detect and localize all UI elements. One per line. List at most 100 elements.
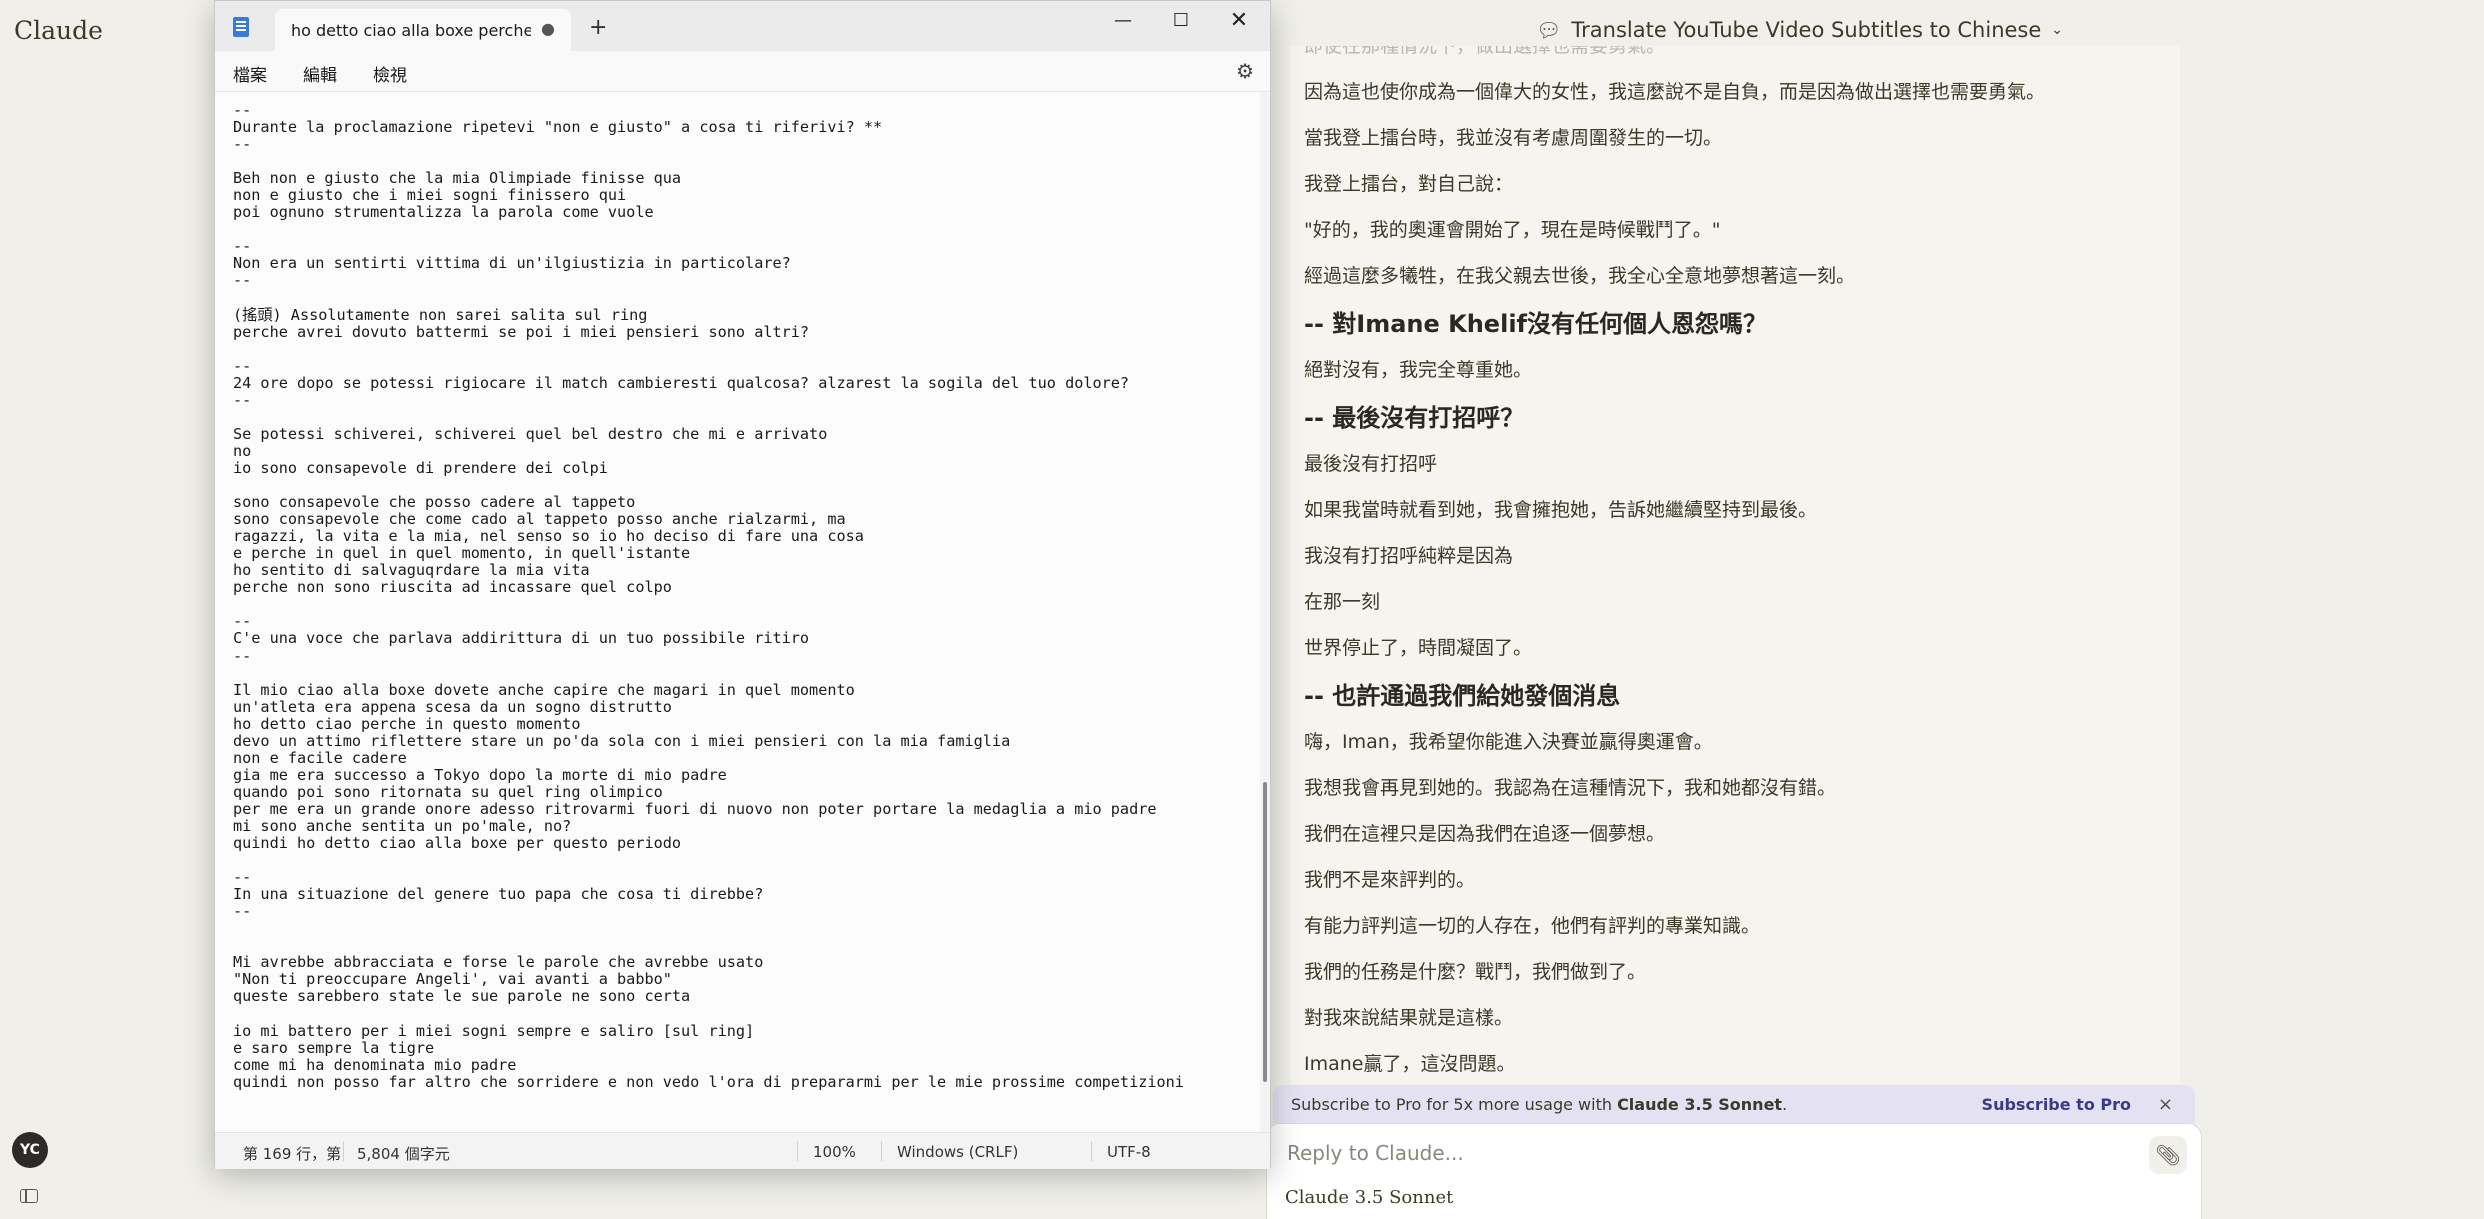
message-paragraph: 當我登上擂台時，我並沒有考慮周圍發生的一切。 [1304, 127, 1723, 149]
message-paragraph: 絕對沒有，我完全尊重她。 [1304, 359, 1533, 381]
status-divider [343, 1141, 344, 1161]
menu-edit[interactable]: 編輯 [303, 61, 337, 86]
status-line-ending[interactable]: Windows (CRLF) [897, 1143, 1018, 1161]
text-line: -- [233, 390, 252, 409]
status-zoom[interactable]: 100% [813, 1143, 856, 1161]
text-line: non e facile cadere [233, 748, 407, 767]
text-line: e saro sempre la tigre [233, 1038, 435, 1057]
text-line: -- [233, 356, 252, 375]
text-line: quindi ho detto ciao alla boxe per quest… [233, 834, 682, 853]
message-paragraph: 對我來說結果就是這樣。 [1304, 1007, 1514, 1029]
text-line: poi ognuno strumentalizza la parola come… [233, 203, 654, 222]
status-char-count: 5,804 個字元 [357, 1145, 450, 1163]
text-line: -- [233, 612, 252, 631]
notepad-menubar: 檔案 編輯 檢視 ⚙︎ [215, 51, 1270, 92]
text-line: -- [233, 646, 252, 665]
vertical-scrollbar[interactable] [1260, 92, 1270, 1132]
text-line: Durante la proclamazione ripetevi "non e… [233, 118, 883, 137]
text-line: un'atleta era appena scesa da un sogno d… [233, 697, 672, 716]
message-paragraph: 有能力評判這一切的人存在，他們有評判的專業知識。 [1304, 915, 1761, 937]
text-line: devo un attimo riflettere stare un po'da… [233, 731, 1011, 750]
notepad-app-icon [233, 17, 249, 37]
chat-bubble-icon: 💬︎ [1536, 18, 1562, 42]
message-paragraph: 嗨，Iman，我希望你能進入決賽並贏得奧運會。 [1304, 731, 1713, 753]
chevron-down-icon: ⌄ [2051, 22, 2064, 38]
text-line: ragazzi, la vita e la mia, nel senso so … [233, 527, 864, 546]
text-line: In una situazione del genere tuo papa ch… [233, 885, 764, 904]
subscribe-to-pro-link[interactable]: Subscribe to Pro [1982, 1095, 2131, 1114]
message-paragraph: 我們不是來評判的。 [1304, 869, 1476, 891]
pro-upsell-banner: Subscribe to Pro for 5x more usage with … [1273, 1085, 2195, 1123]
status-divider [797, 1141, 798, 1161]
notepad-text-content[interactable]: -- Durante la proclamazione ripetevi "no… [233, 101, 1184, 1091]
notepad-window: ho detto ciao alla boxe perche in q ● + … [214, 0, 1271, 1169]
settings-gear-icon[interactable]: ⚙︎ [1236, 59, 1254, 83]
notepad-statusbar: 第 169 行，第 5,804 個字元 100% Windows (CRLF) … [215, 1132, 1270, 1169]
text-line: ho sentito di salvaguqrdare la mia vita [233, 561, 590, 580]
text-line: C'e una voce che parlava addirittura di … [233, 629, 810, 648]
text-line: Se potessi schiverei, schiverei quel bel… [233, 424, 828, 443]
user-avatar[interactable]: YC [12, 1132, 48, 1168]
text-line: e perche in quel in quel momento, in que… [233, 544, 691, 563]
claude-logo[interactable]: Claude [14, 16, 103, 45]
text-line: io sono consapevole di prendere dei colp… [233, 458, 608, 477]
unsaved-indicator-icon[interactable]: ● [541, 19, 555, 38]
attach-file-button[interactable]: 📎︎ [2149, 1136, 2187, 1174]
text-line: ho detto ciao perche in questo momento [233, 714, 581, 733]
message-paragraph: 最後沒有打招呼 [1304, 453, 1438, 475]
notepad-text-area[interactable]: -- Durante la proclamazione ripetevi "no… [215, 92, 1260, 1132]
chat-title-menu[interactable]: 💬︎ Translate YouTube Video Subtitles to … [1536, 18, 2063, 42]
text-line: io mi battero per i miei sogni sempre e … [233, 1021, 755, 1040]
text-line: perche non sono riuscita ad incassare qu… [233, 578, 672, 597]
text-line: queste sarebbero state le sue parole ne … [233, 987, 691, 1006]
text-line: -- [233, 902, 252, 921]
paperclip-icon: 📎︎ [2155, 1143, 2181, 1167]
notepad-titlebar[interactable]: ho detto ciao alla boxe perche in q ● + … [215, 1, 1270, 51]
pro-banner-text: Subscribe to Pro for 5x more usage with … [1291, 1094, 1788, 1114]
text-line: (搖頭) Assolutamente non sarei salita sul … [233, 305, 648, 324]
close-icon[interactable]: × [2158, 1094, 2173, 1115]
text-line: -- [233, 868, 252, 887]
status-cursor-position: 第 169 行，第 [243, 1145, 342, 1163]
menu-view[interactable]: 檢視 [373, 61, 407, 86]
text-line: non e giusto che i miei sogni finissero … [233, 186, 627, 205]
assistant-message: 即使在那種情況下，做出選擇也需要勇氣。因為這也使你成為一個偉大的女性，我這麼說不… [1304, 46, 2164, 1086]
chat-title: Translate YouTube Video Subtitles to Chi… [1571, 18, 2042, 42]
text-line: no [233, 441, 252, 460]
scrollbar-thumb[interactable] [1263, 782, 1267, 1082]
message-paragraph: Imane贏了，這沒問題。 [1304, 1053, 1516, 1075]
text-line: -- [233, 237, 252, 256]
new-tab-button[interactable]: + [589, 15, 607, 40]
reply-input[interactable] [1285, 1140, 2109, 1166]
message-heading: -- 最後沒有打招呼？ [1304, 404, 1525, 432]
message-heading: -- 對Imane Khelif沒有任何個人恩怨嗎？ [1304, 310, 1767, 338]
notepad-tab[interactable]: ho detto ciao alla boxe perche in q ● [275, 9, 571, 51]
model-selector[interactable]: Claude 3.5 Sonnet [1285, 1187, 1453, 1208]
text-line: per me era un grande onore adesso ritrov… [233, 799, 1157, 818]
text-line: quindi non posso far altro che sorridere… [233, 1072, 1184, 1091]
message-paragraph: 如果我當時就看到她，我會擁抱她，告訴她繼續堅持到最後。 [1304, 499, 1818, 521]
message-paragraph: 世界停止了，時間凝固了。 [1304, 637, 1533, 659]
text-line: sono consapevole che posso cadere al tap… [233, 493, 636, 512]
notepad-tab-title: ho detto ciao alla boxe perche in q [291, 21, 531, 40]
minimize-button[interactable]: — [1095, 5, 1151, 35]
message-paragraph: 在那一刻 [1304, 591, 1381, 613]
text-line: sono consapevole che come cado al tappet… [233, 510, 846, 529]
maximize-button[interactable]: ☐ [1153, 5, 1209, 35]
text-line: perche avrei dovuto battermi se poi i mi… [233, 322, 810, 341]
text-line: mi sono anche sentita un po'male, no? [233, 816, 572, 835]
reply-composer: 📎︎ Claude 3.5 Sonnet [1266, 1123, 2202, 1219]
text-line: -- [233, 101, 252, 119]
status-divider [881, 1141, 882, 1161]
message-paragraph: 我登上擂台，對自己說： [1304, 173, 1514, 195]
text-line: 24 ore dopo se potessi rigiocare il matc… [233, 373, 1130, 392]
sidebar-toggle-icon[interactable] [20, 1189, 38, 1203]
text-line: quando poi sono ritornata su quel ring o… [233, 782, 663, 801]
menu-file[interactable]: 檔案 [233, 61, 267, 86]
close-window-button[interactable]: ✕ [1211, 5, 1267, 35]
message-paragraph: 即使在那種情況下，做出選擇也需要勇氣。 [1304, 46, 1666, 57]
message-paragraph: 因為這也使你成為一個偉大的女性，我這麼說不是自負，而是因為做出選擇也需要勇氣。 [1304, 81, 2046, 103]
chat-transcript[interactable]: 即使在那種情況下，做出選擇也需要勇氣。因為這也使你成為一個偉大的女性，我這麼說不… [1290, 46, 2180, 1086]
status-encoding[interactable]: UTF-8 [1107, 1143, 1151, 1161]
message-paragraph: 經過這麼多犧牲，在我父親去世後，我全心全意地夢想著這一刻。 [1304, 265, 1856, 287]
